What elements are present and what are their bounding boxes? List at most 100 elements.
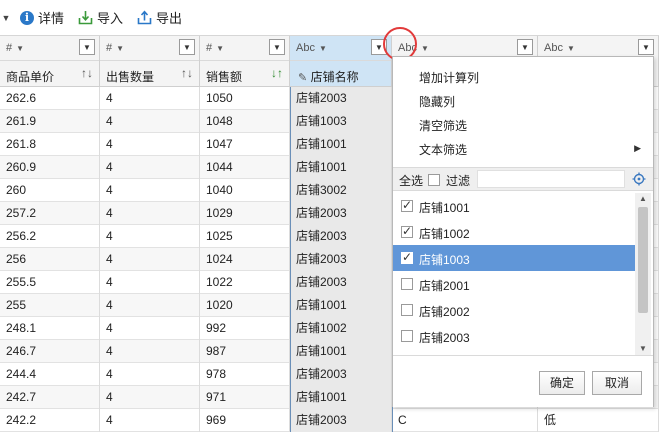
- table-cell: 4: [100, 271, 200, 294]
- table-cell: 1022: [200, 271, 290, 294]
- scroll-up-icon[interactable]: ▲: [635, 193, 651, 205]
- option-label: 店铺2002: [419, 305, 470, 319]
- option-checkbox[interactable]: [401, 278, 413, 290]
- table-cell: 248.1: [0, 317, 100, 340]
- filter-option[interactable]: 店铺2001: [393, 271, 635, 297]
- export-icon: [137, 10, 152, 25]
- table-cell: 店铺2003: [290, 409, 392, 432]
- sort-za-icon[interactable]: ↓↑: [271, 66, 283, 80]
- table-cell: 255: [0, 294, 100, 317]
- column-filter-button[interactable]: ▼: [269, 39, 285, 55]
- option-label: 店铺1002: [419, 227, 470, 241]
- select-all-label[interactable]: 全选: [399, 172, 423, 189]
- table-cell: 244.4: [0, 363, 100, 386]
- table-cell: 店铺1003: [290, 110, 392, 133]
- table-cell: 店铺2003: [290, 225, 392, 248]
- table-cell: 店铺2003: [290, 248, 392, 271]
- sort-icon[interactable]: ↑↓: [81, 66, 93, 80]
- menu-item-hide-column[interactable]: 隐藏列: [419, 93, 455, 110]
- table-cell: C: [392, 409, 538, 432]
- filter-bar: 全选 过滤: [393, 167, 653, 191]
- scroll-thumb[interactable]: [638, 207, 648, 313]
- table-cell: 242.2: [0, 409, 100, 432]
- table-cell: 4: [100, 248, 200, 271]
- table-cell: 242.7: [0, 386, 100, 409]
- table-cell: 店铺1001: [290, 294, 392, 317]
- table-row[interactable]: 242.2 4 969 店铺2003 C 低: [0, 409, 659, 432]
- table-cell: 257.2: [0, 202, 100, 225]
- table-cell: 1029: [200, 202, 290, 225]
- column-type-number-icon: # ▼: [206, 42, 225, 54]
- options-scrollbar[interactable]: ▲ ▼: [635, 193, 651, 355]
- filter-option[interactable]: 店铺1001: [393, 193, 635, 219]
- table-cell: 1050: [200, 87, 290, 110]
- table-cell: 255.5: [0, 271, 100, 294]
- edit-icon[interactable]: ✎: [298, 72, 307, 84]
- table-cell: 店铺2003: [290, 87, 392, 110]
- table-cell: 256: [0, 248, 100, 271]
- option-checkbox[interactable]: [401, 330, 413, 342]
- table-cell: 256.2: [0, 225, 100, 248]
- table-cell: 1047: [200, 133, 290, 156]
- cancel-button[interactable]: 取消: [592, 371, 642, 395]
- column-type-number-icon: # ▼: [6, 42, 25, 54]
- column-filter-button[interactable]: ▼: [179, 39, 195, 55]
- table-cell: 987: [200, 340, 290, 363]
- table-cell: 4: [100, 202, 200, 225]
- filter-checkbox[interactable]: [428, 174, 440, 186]
- import-button[interactable]: 导入: [78, 8, 123, 27]
- ok-button[interactable]: 确定: [539, 371, 585, 395]
- export-label: 导出: [156, 11, 183, 26]
- menu-item-add-computed-column[interactable]: 增加计算列: [419, 69, 479, 86]
- scroll-down-icon[interactable]: ▼: [635, 343, 651, 355]
- toolbar-dropdown-caret-icon[interactable]: ▼: [0, 13, 12, 23]
- option-checkbox[interactable]: [401, 224, 413, 238]
- table-cell: 4: [100, 179, 200, 202]
- table-cell: 1040: [200, 179, 290, 202]
- details-label: 详情: [38, 11, 65, 26]
- menu-item-clear-filter[interactable]: 清空筛选: [419, 117, 467, 134]
- import-icon: [78, 11, 93, 25]
- table-cell: 店铺1001: [290, 156, 392, 179]
- option-checkbox[interactable]: [401, 198, 413, 212]
- table-cell: 低: [538, 409, 659, 432]
- table-cell: 店铺1002: [290, 317, 392, 340]
- filter-search-input[interactable]: [477, 170, 625, 188]
- submenu-arrow-icon: ▶: [634, 143, 641, 153]
- option-checkbox[interactable]: [401, 304, 413, 316]
- column-header-store-name[interactable]: Abc ▼ ▼ ✎ 店铺名称: [290, 36, 392, 87]
- filter-option[interactable]: 店铺2002: [393, 297, 635, 323]
- table-cell: 店铺2003: [290, 363, 392, 386]
- column-name: 商品单价: [6, 70, 55, 84]
- column-filter-popup: 增加计算列 隐藏列 清空筛选 文本筛选 ▶ 全选 过滤 店铺1001 店铺1002…: [392, 56, 654, 407]
- column-name: 出售数量: [106, 70, 155, 84]
- option-checkbox[interactable]: [401, 250, 413, 264]
- column-filter-button[interactable]: ▼: [517, 39, 533, 55]
- table-cell: 店铺1001: [290, 133, 392, 156]
- table-cell: 1020: [200, 294, 290, 317]
- table-cell: 261.9: [0, 110, 100, 133]
- table-cell: 4: [100, 409, 200, 432]
- sort-icon[interactable]: ↑↓: [181, 66, 193, 80]
- table-cell: 246.7: [0, 340, 100, 363]
- target-search-icon[interactable]: [632, 172, 646, 186]
- filter-option[interactable]: 店铺2003: [393, 323, 635, 349]
- column-filter-button[interactable]: ▼: [79, 39, 95, 55]
- column-type-text-icon: Abc ▼: [544, 42, 575, 54]
- filter-option[interactable]: 店铺1003: [393, 245, 635, 271]
- details-button[interactable]: i 详情: [20, 8, 64, 27]
- table-cell: 978: [200, 363, 290, 386]
- table-cell: 261.8: [0, 133, 100, 156]
- column-name: 销售额: [206, 70, 243, 84]
- table-cell: 1048: [200, 110, 290, 133]
- table-cell: 4: [100, 317, 200, 340]
- table-cell: 1024: [200, 248, 290, 271]
- table-cell: 262.6: [0, 87, 100, 110]
- menu-item-text-filter[interactable]: 文本筛选: [419, 141, 467, 158]
- column-header-quantity[interactable]: # ▼ ▼ 出售数量 ↑↓: [100, 36, 200, 87]
- filter-option[interactable]: 店铺1002: [393, 219, 635, 245]
- column-header-sales[interactable]: # ▼ ▼ 销售额 ↓↑: [200, 36, 290, 87]
- column-filter-button[interactable]: ▼: [638, 39, 654, 55]
- column-header-unit-price[interactable]: # ▼ ▼ 商品单价 ↑↓: [0, 36, 100, 87]
- export-button[interactable]: 导出: [137, 8, 182, 27]
